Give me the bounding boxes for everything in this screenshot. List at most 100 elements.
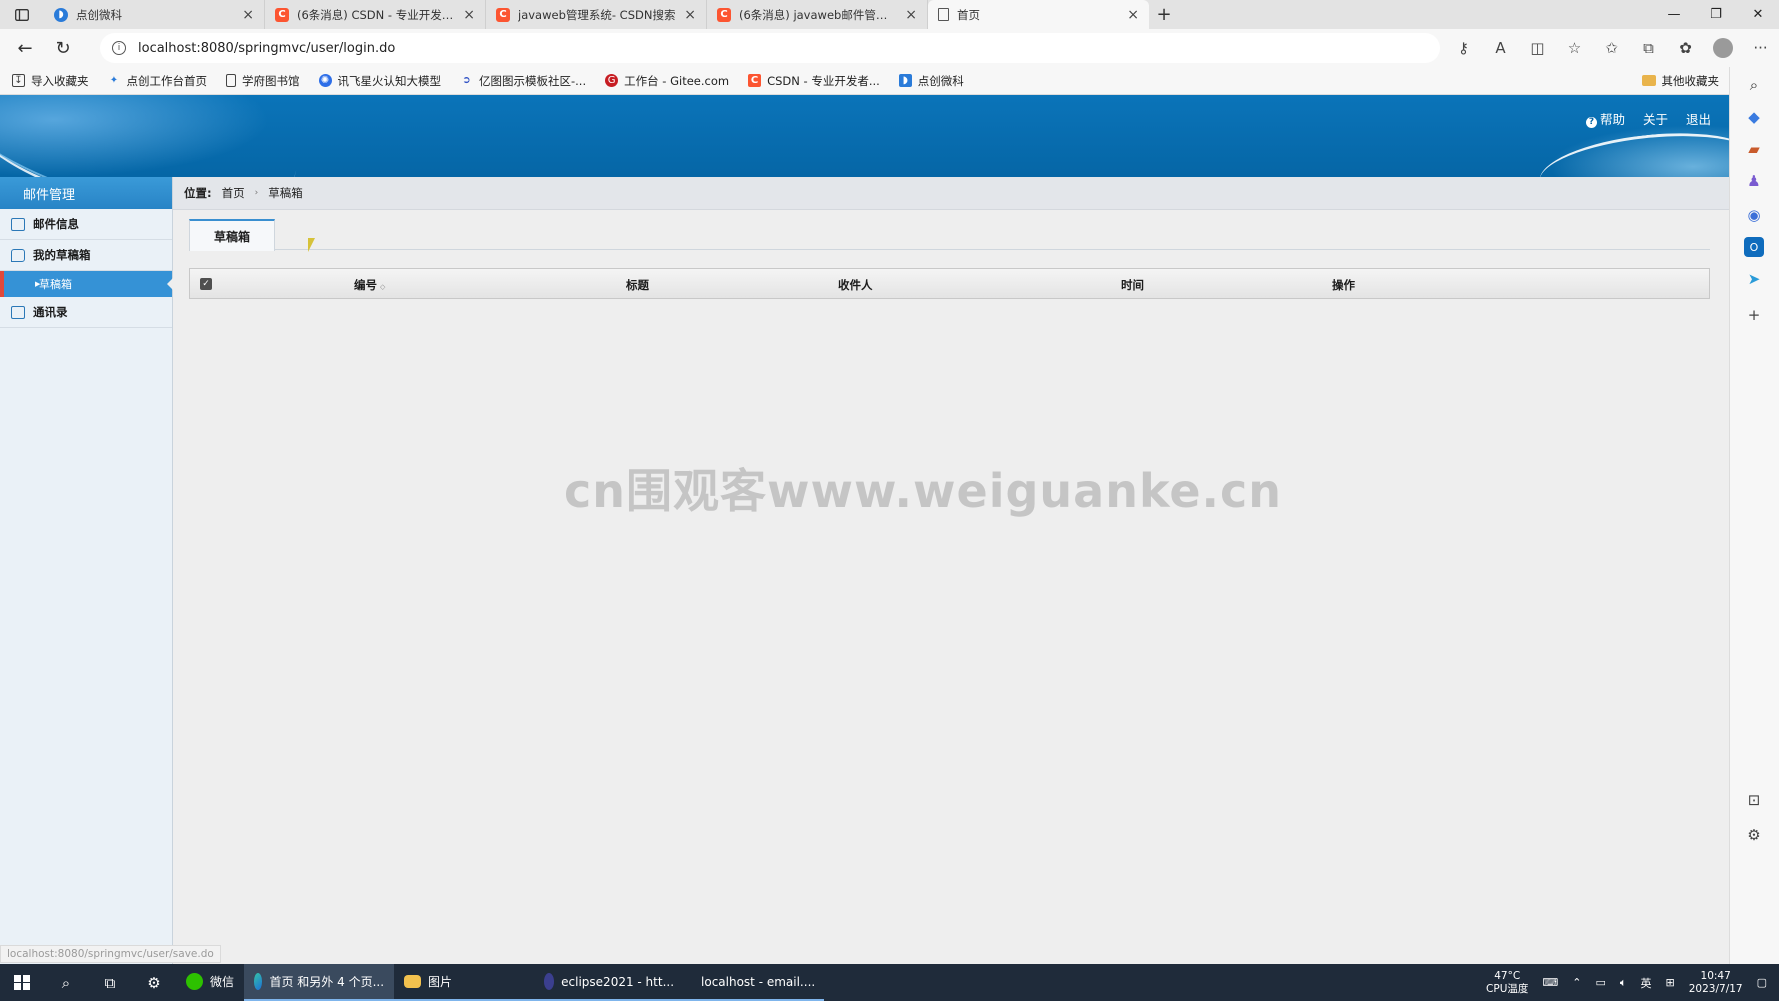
clock[interactable]: 10:47 2023/7/17 (1689, 970, 1743, 994)
taskbar-app-photos[interactable]: 图片 (394, 964, 535, 1001)
favorite-star-icon[interactable]: ☆ (1556, 39, 1593, 57)
split-screen-icon[interactable]: ◫ (1519, 39, 1556, 57)
temp-label: CPU温度 (1486, 982, 1529, 995)
menu-item-mail-info[interactable]: 邮件信息 (0, 209, 172, 240)
notification-icon[interactable]: ▢ (1757, 976, 1767, 989)
keyboard-icon[interactable]: ⌨ (1542, 976, 1558, 989)
taskbar-app-eclipse[interactable]: eclipse2021 - htt... (534, 964, 685, 1001)
search-icon[interactable]: ⌕ (1744, 75, 1764, 95)
collections-icon[interactable]: ⧉ (1630, 39, 1667, 57)
new-tab-icon[interactable]: + (1149, 0, 1179, 29)
clock-time: 10:47 (1700, 970, 1731, 983)
about-link[interactable]: 关于 (1643, 109, 1668, 128)
settings-gear-icon[interactable]: ⚙ (132, 964, 176, 1001)
refresh-icon[interactable]: ↻ (44, 38, 82, 59)
screenshot-icon[interactable]: ⊡ (1744, 790, 1764, 810)
bookmark-import[interactable]: ↧ 导入收藏夹 (12, 73, 89, 89)
bookmark-csdn[interactable]: C CSDN - 专业开发者... (748, 73, 880, 89)
settings-gear-icon[interactable]: ⚙ (1744, 825, 1764, 845)
browser-tab-3[interactable]: C javaweb管理系统- CSDN搜索 × (486, 0, 707, 29)
tab-actions-icon[interactable] (0, 0, 44, 29)
close-icon[interactable]: × (242, 7, 254, 23)
back-icon[interactable]: ← (6, 38, 44, 59)
window-close-icon[interactable]: ✕ (1737, 7, 1779, 22)
more-icon[interactable]: ··· (1742, 39, 1779, 57)
bookmark-label: 学府图书馆 (242, 73, 300, 88)
column-label: 编号 (354, 278, 377, 292)
briefcase-icon[interactable]: ▰ (1744, 139, 1764, 159)
close-icon[interactable]: × (1127, 7, 1139, 23)
table-header: ✓ 编号 ◇ 标题 收件人 时间 操作 (189, 268, 1710, 299)
taskbar-app-localhost[interactable]: localhost - email.... (684, 964, 825, 1001)
key-icon[interactable]: ⚷ (1445, 39, 1482, 57)
breadcrumb-home-link[interactable]: 首页 (222, 185, 245, 201)
add-icon[interactable]: + (1744, 305, 1764, 325)
browser-tab-4[interactable]: C (6条消息) javaweb邮件管理系统 × (707, 0, 928, 29)
volume-icon[interactable]: 🔈︎ (1620, 976, 1627, 990)
search-icon[interactable]: ⌕ (44, 964, 88, 1001)
eclipse-icon (544, 973, 555, 990)
outlook-icon[interactable]: O (1744, 237, 1764, 257)
menu-item-my-drafts[interactable]: 我的草稿箱 (0, 240, 172, 271)
page-icon (938, 8, 949, 21)
favorites-icon[interactable]: ✩ (1593, 39, 1630, 57)
help-link[interactable]: ? 帮助 (1585, 109, 1625, 128)
browser-tab-5-active[interactable]: 首页 × (928, 0, 1149, 29)
browser-tab-1[interactable]: ◗ 点创微科 × (44, 0, 265, 29)
taskbar: ⌕ ⧉ ⚙ 微信 首页 和另外 4 个页... 图片 eclipse2021 -… (0, 964, 1779, 1001)
input-language[interactable]: 英 (1641, 975, 1652, 991)
message-icon (11, 248, 25, 262)
office-icon[interactable]: ◉ (1744, 205, 1764, 225)
ime-grid-icon[interactable]: ⊞ (1666, 976, 1675, 989)
csdn-icon: C (748, 74, 762, 87)
cpu-temperature[interactable]: 47°C CPU温度 (1486, 970, 1528, 994)
profile-avatar-icon[interactable] (1713, 38, 1733, 58)
dc-icon: ◗ (898, 74, 912, 87)
logout-link[interactable]: 退出 (1686, 109, 1711, 128)
send-icon[interactable]: ➤ (1744, 269, 1764, 289)
menu-item-label: 邮件信息 (33, 217, 79, 231)
bookmark-dianchuang-home[interactable]: ✦ 点创工作台首页 (108, 73, 207, 89)
clock-date: 2023/7/17 (1688, 982, 1743, 995)
other-bookmarks[interactable]: 其他收藏夹 (1641, 73, 1720, 89)
close-icon[interactable]: × (905, 7, 917, 23)
bookmark-xunfei[interactable]: ✺ 讯飞星火认知大模型 (318, 73, 441, 89)
restore-icon[interactable]: ❐ (1695, 7, 1737, 22)
taskbar-app-wechat[interactable]: 微信 (176, 964, 244, 1001)
select-all-checkbox[interactable]: ✓ (200, 278, 212, 290)
column-header-recipient: 收件人 (838, 278, 873, 292)
read-aloud-icon[interactable]: A (1482, 39, 1519, 57)
close-icon[interactable]: × (684, 7, 696, 23)
menu-subitem-drafts[interactable]: ▶ 草稿箱 (0, 271, 173, 297)
column-header-id[interactable]: 编号 ◇ (354, 277, 385, 293)
csdn-icon: C (275, 7, 289, 22)
taskbar-app-edge[interactable]: 首页 和另外 4 个页... (244, 964, 395, 1001)
chess-icon[interactable]: ♟ (1744, 171, 1764, 191)
spark-icon: ✺ (318, 74, 332, 87)
menu-item-label: 我的草稿箱 (33, 248, 91, 262)
edge-sidebar: ⌕ ◆ ▰ ♟ ◉ O ➤ + ⊡ ⚙ (1729, 67, 1779, 964)
bookmark-gitee[interactable]: G 工作台 - Gitee.com (605, 73, 729, 89)
wechat-icon (186, 973, 203, 990)
url-field[interactable]: i localhost:8080/springmvc/user/login.do (100, 33, 1440, 63)
edit-icon (11, 305, 25, 319)
bookmark-dianchuang[interactable]: ◗ 点创微科 (898, 73, 964, 89)
tab-drafts[interactable]: 草稿箱 (189, 219, 275, 251)
browser-tab-2[interactable]: C (6条消息) CSDN - 专业开发者社区 × (265, 0, 486, 29)
menu-item-contacts[interactable]: 通讯录 (0, 297, 172, 328)
tag-icon[interactable]: ◆ (1744, 107, 1764, 127)
left-menu: 邮件管理 邮件信息 我的草稿箱 ▶ 草稿箱 通讯录 (0, 177, 173, 964)
windows-start-icon[interactable] (0, 964, 44, 1001)
bookmark-label: 其他收藏夹 (1661, 73, 1720, 88)
extensions-icon[interactable]: ✿ (1667, 39, 1704, 57)
task-view-icon[interactable]: ⧉ (88, 964, 132, 1001)
close-icon[interactable]: × (463, 7, 475, 23)
network-icon[interactable]: ▭ (1596, 976, 1606, 989)
bookmark-library[interactable]: 学府图书馆 (226, 73, 300, 89)
taskbar-app-label: 首页 和另外 4 个页... (269, 975, 385, 989)
site-info-icon[interactable]: i (112, 41, 126, 55)
bookmark-edraw[interactable]: ➲ 亿图图示模板社区-... (460, 73, 586, 89)
column-header-actions: 操作 (1332, 278, 1355, 292)
minimize-icon[interactable]: — (1653, 7, 1695, 22)
chevron-up-icon[interactable]: ⌃ (1572, 976, 1581, 989)
